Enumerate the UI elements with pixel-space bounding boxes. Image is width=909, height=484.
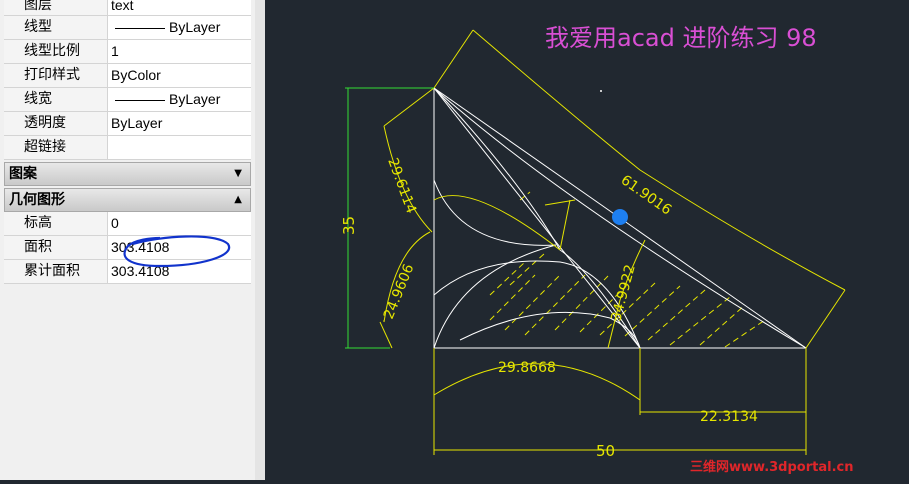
section-title: 图案 <box>9 166 37 182</box>
drawing-title: 我爱用acad 进阶练习 98 <box>545 24 817 52</box>
prop-value[interactable]: 303.4108 <box>108 236 251 259</box>
prop-value[interactable]: 0 <box>108 212 251 235</box>
prop-label: 线型比例 <box>4 40 108 63</box>
chevron-up-icon: ▲ <box>234 194 242 205</box>
properties-table: 图层 text 线型 ByLayer 线型比例 1 打印样式 ByColor 线… <box>4 0 251 284</box>
prop-value[interactable]: text <box>108 0 251 15</box>
prop-label: 线宽 <box>4 88 108 111</box>
prop-label: 超链接 <box>4 136 108 159</box>
lineweight-sample <box>115 99 165 101</box>
linetype-sample <box>115 27 165 29</box>
section-pattern-header[interactable]: 图案 ▼ <box>4 162 251 186</box>
selection-grip[interactable] <box>612 209 628 225</box>
properties-panel: 图层 text 线型 ByLayer 线型比例 1 打印样式 ByColor 线… <box>0 0 265 480</box>
prop-row-cumulative-area[interactable]: 累计面积 303.4108 <box>4 260 251 284</box>
dim-text-35: 35 <box>340 216 358 235</box>
prop-value[interactable]: ByLayer <box>108 112 251 135</box>
prop-row-hyperlink[interactable]: 超链接 <box>4 136 251 160</box>
prop-value[interactable]: 1 <box>108 40 251 63</box>
prop-row-layer[interactable]: 图层 text <box>4 0 251 16</box>
prop-label: 透明度 <box>4 112 108 135</box>
dim-text-50: 50 <box>596 442 615 460</box>
prop-value[interactable]: ByColor <box>108 64 251 87</box>
prop-row-lineweight[interactable]: 线宽 ByLayer <box>4 88 251 112</box>
prop-label: 图层 <box>4 0 108 15</box>
prop-value[interactable]: ByLayer <box>108 16 251 39</box>
prop-label: 标高 <box>4 212 108 235</box>
section-title: 几何图形 <box>9 192 65 208</box>
prop-row-plotstyle[interactable]: 打印样式 ByColor <box>4 64 251 88</box>
cursor-dot <box>600 90 602 92</box>
section-geometry-header[interactable]: 几何图形 ▲ <box>4 188 251 212</box>
drawing-svg[interactable]: 我爱用acad 进阶练习 98 35 29.6114 24.9606 61.90… <box>265 0 909 480</box>
prop-row-transparency[interactable]: 透明度 ByLayer <box>4 112 251 136</box>
dim-text-34-9922: 34.9922 <box>608 263 638 323</box>
dim-text-24-9606: 24.9606 <box>381 262 418 322</box>
prop-row-linetype-scale[interactable]: 线型比例 1 <box>4 40 251 64</box>
prop-value[interactable]: 303.4108 <box>108 260 251 283</box>
chevron-down-icon: ▼ <box>234 168 242 179</box>
dim-text-29-6114: 29.6114 <box>384 156 419 216</box>
prop-label: 打印样式 <box>4 64 108 87</box>
prop-value-text: ByLayer <box>169 19 221 35</box>
prop-row-elevation[interactable]: 标高 0 <box>4 212 251 236</box>
dim-text-22-3134: 22.3134 <box>700 409 758 425</box>
drawing-canvas[interactable]: 我爱用acad 进阶练习 98 35 29.6114 24.9606 61.90… <box>265 0 909 480</box>
prop-value-text: ByLayer <box>169 91 221 107</box>
prop-label: 累计面积 <box>4 260 108 283</box>
prop-row-linetype[interactable]: 线型 ByLayer <box>4 16 251 40</box>
prop-row-area[interactable]: 面积 303.4108 <box>4 236 251 260</box>
dim-text-29-8668: 29.8668 <box>498 360 556 376</box>
prop-value[interactable] <box>108 136 251 159</box>
watermark-text: 三维网www.3dportal.cn <box>690 459 853 475</box>
dim-text-61-9016: 61.9016 <box>618 172 675 218</box>
prop-label: 面积 <box>4 236 108 259</box>
panel-scroll-strip[interactable] <box>255 0 265 480</box>
dimensions <box>379 29 846 455</box>
prop-label: 线型 <box>4 16 108 39</box>
prop-value[interactable]: ByLayer <box>108 88 251 111</box>
